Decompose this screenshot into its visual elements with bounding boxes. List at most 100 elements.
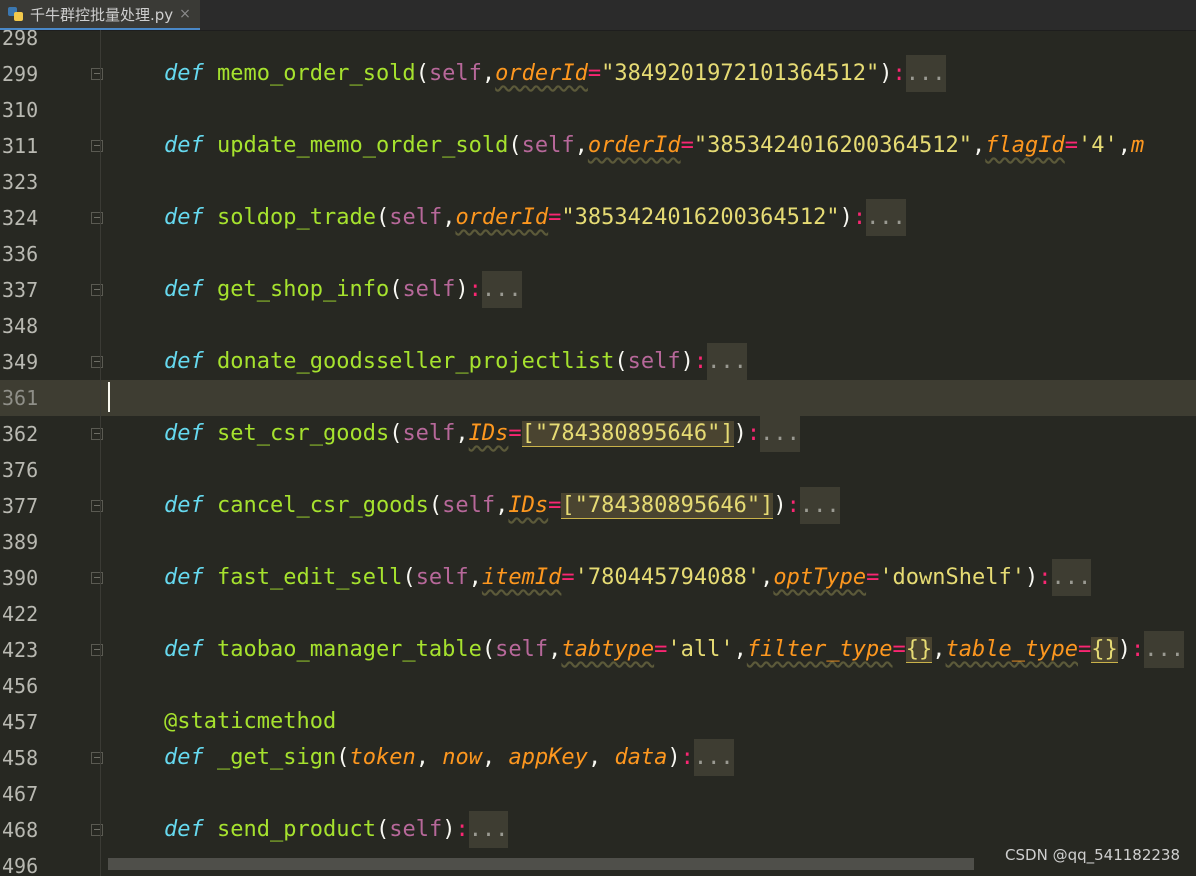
line-number: 362 xyxy=(2,422,39,446)
code-text: def get_shop_info(self):... xyxy=(164,271,522,308)
fold-toggle-icon[interactable] xyxy=(91,356,103,368)
keyword-def: def xyxy=(164,421,204,446)
fold-toggle-icon[interactable] xyxy=(91,68,103,80)
folded-body: ... xyxy=(760,415,800,452)
default-value: '4' xyxy=(1078,133,1118,158)
code-line[interactable]: 456 xyxy=(0,668,1196,704)
code-token: : xyxy=(468,277,482,302)
code-line[interactable]: 336 xyxy=(0,236,1196,272)
decorator: @staticmethod xyxy=(164,709,337,734)
fold-toggle-icon[interactable] xyxy=(91,500,103,512)
code-line[interactable]: 349 def donate_goodsseller_projectlist(se… xyxy=(0,343,1196,380)
code-line[interactable]: 390 def fast_edit_sell(self,itemId='78044… xyxy=(0,559,1196,596)
code-text: def set_csr_goods(self,IDs=["78438089564… xyxy=(164,415,800,452)
fold-toggle-icon[interactable] xyxy=(91,752,103,764)
code-token: , xyxy=(548,637,562,662)
code-text: def fast_edit_sell(self,itemId='78044579… xyxy=(164,559,1092,596)
code-line[interactable]: 389 xyxy=(0,524,1196,560)
code-token: , xyxy=(587,745,615,770)
code-token: = xyxy=(866,565,880,590)
line-number: 349 xyxy=(2,350,39,374)
code-line[interactable]: 348 xyxy=(0,308,1196,344)
parameter: table_type xyxy=(945,637,1078,662)
self-param: self xyxy=(402,277,456,302)
function-name: send_product xyxy=(217,817,376,842)
code-token: ) xyxy=(879,61,893,86)
code-token: = xyxy=(654,637,668,662)
keyword-def: def xyxy=(164,493,204,518)
code-line[interactable]: 423 def taobao_manager_table(self,tabtype… xyxy=(0,631,1196,668)
keyword-def: def xyxy=(164,277,204,302)
horizontal-scrollbar[interactable] xyxy=(108,858,974,870)
code-line[interactable]: 299 def memo_order_sold(self,orderId="384… xyxy=(0,55,1196,92)
code-line[interactable]: 376 xyxy=(0,452,1196,488)
code-line[interactable]: 467 xyxy=(0,776,1196,812)
code-token: , xyxy=(932,637,946,662)
line-number: 299 xyxy=(2,62,39,86)
code-line[interactable]: 361 xyxy=(0,380,1196,416)
line-number: 390 xyxy=(2,566,39,590)
keyword-def: def xyxy=(164,817,204,842)
code-line[interactable]: 362 def set_csr_goods(self,IDs=["78438089… xyxy=(0,415,1196,452)
code-token: ( xyxy=(508,133,522,158)
folded-body: ... xyxy=(707,343,747,380)
code-line[interactable]: 323 xyxy=(0,164,1196,200)
parameter: orderId xyxy=(587,133,681,158)
code-token: = xyxy=(508,421,522,446)
code-line[interactable]: 337 def get_shop_info(self):... xyxy=(0,271,1196,308)
code-line[interactable]: 377 def cancel_csr_goods(self,IDs=["78438… xyxy=(0,487,1196,524)
self-param: self xyxy=(495,637,549,662)
parameter: IDs xyxy=(508,493,549,518)
fold-toggle-icon[interactable] xyxy=(91,644,103,656)
code-token: ( xyxy=(375,817,390,842)
code-line[interactable]: 324 def soldop_trade(self,orderId="385342… xyxy=(0,199,1196,236)
code-line[interactable]: 458 def _get_sign(token, now, appKey, dat… xyxy=(0,739,1196,776)
fold-toggle-icon[interactable] xyxy=(91,140,103,152)
folded-body: ... xyxy=(799,487,840,524)
code-token: : xyxy=(1131,637,1145,662)
line-number: 467 xyxy=(2,782,39,806)
function-name: fast_edit_sell xyxy=(217,565,403,590)
self-param: self xyxy=(521,133,575,158)
function-name: _get_sign xyxy=(217,745,337,770)
code-text: def memo_order_sold(self,orderId="384920… xyxy=(164,55,946,92)
code-line[interactable]: 468 def send_product(self):... xyxy=(0,811,1196,848)
parameter: orderId xyxy=(495,61,588,86)
code-line[interactable]: 422 xyxy=(0,596,1196,632)
code-token: : xyxy=(680,745,694,770)
fold-toggle-icon[interactable] xyxy=(91,572,103,584)
code-line[interactable]: 298 xyxy=(0,30,1196,56)
default-value: "3853424016200364512" xyxy=(693,133,973,158)
code-token: , xyxy=(972,133,986,158)
default-value: "3853424016200364512" xyxy=(561,205,840,230)
close-tab-icon[interactable]: × xyxy=(179,6,191,22)
line-number: 458 xyxy=(2,746,39,770)
self-param: self xyxy=(627,349,681,374)
fold-toggle-icon[interactable] xyxy=(91,284,103,296)
parameter: filter_type xyxy=(746,637,893,662)
file-tab-label: 千牛群控批量处理.py xyxy=(30,5,174,24)
code-editor[interactable]: 298 299 def memo_order_sold(self,orderId="… xyxy=(0,30,1196,876)
line-number: 468 xyxy=(2,818,39,842)
line-number: 376 xyxy=(2,458,39,482)
default-value: ["784380895646"] xyxy=(521,421,734,446)
code-token: , xyxy=(468,565,482,590)
function-name: memo_order_sold xyxy=(217,61,416,86)
folded-body: ... xyxy=(866,199,906,236)
fold-toggle-icon[interactable] xyxy=(91,428,103,440)
parameter: optType xyxy=(773,565,867,590)
keyword-def: def xyxy=(164,637,204,662)
folded-body: ... xyxy=(468,811,509,848)
file-tab[interactable]: 千牛群控批量处理.py × xyxy=(0,0,200,30)
fold-toggle-icon[interactable] xyxy=(91,212,103,224)
code-line[interactable]: 310 xyxy=(0,92,1196,128)
code-line[interactable]: 311 def update_memo_order_sold(self,order… xyxy=(0,128,1196,164)
default-value: '780445794088' xyxy=(574,565,761,590)
python-file-icon xyxy=(8,6,24,22)
line-number: 423 xyxy=(2,638,39,662)
code-text: def send_product(self):... xyxy=(164,811,509,848)
code-token: , xyxy=(495,493,509,518)
code-line[interactable]: 457 @staticmethod xyxy=(0,704,1196,740)
code-token: , xyxy=(455,421,469,446)
fold-toggle-icon[interactable] xyxy=(91,824,103,836)
